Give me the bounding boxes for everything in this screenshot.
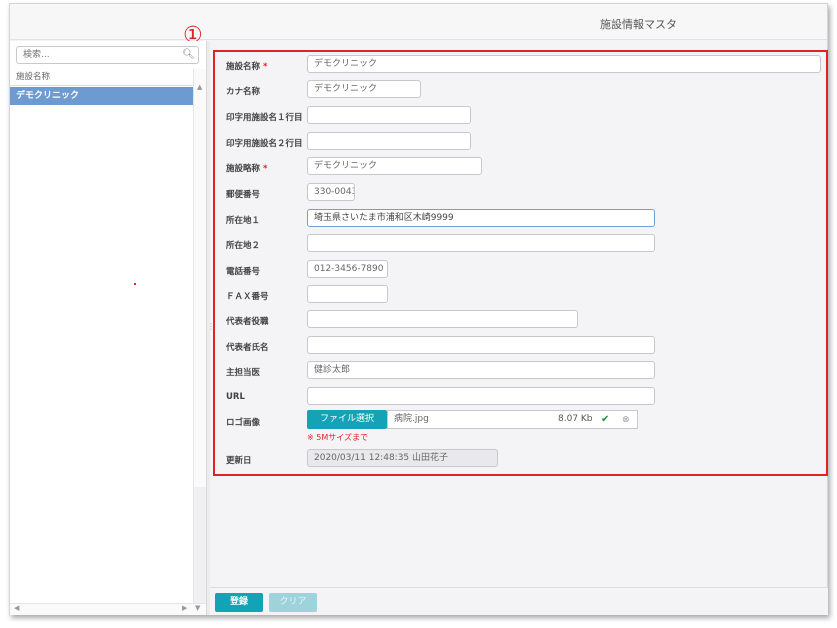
facility-name-input[interactable]: デモクリニック — [307, 55, 821, 73]
label-facility-name: 施設名称 * — [226, 62, 268, 72]
vertical-scrollbar[interactable]: ▲ — [193, 69, 206, 487]
bottom-toolbar: 登録 クリア — [210, 587, 828, 615]
app-window: 施設情報マスタ ① 🔍︎ 施設名称 デモクリニック ▲ ◀ ▶ ▼ ⋮ 施設名称… — [9, 3, 828, 615]
url-input[interactable] — [307, 387, 655, 405]
fax-input[interactable] — [307, 285, 388, 303]
top-bar: 施設情報マスタ — [10, 4, 827, 40]
uploaded-file: 病院.jpg 8.07 Kb ✔ ⊗ — [387, 410, 638, 429]
facility-list-panel: 🔍︎ 施設名称 デモクリニック ▲ ◀ ▶ ▼ — [10, 41, 207, 615]
label-print-name-1: 印字用施設名１行目 — [226, 113, 303, 123]
short-name-input[interactable]: デモクリニック — [307, 157, 482, 175]
label-representative-name: 代表者氏名 — [226, 343, 269, 353]
page-title: 施設情報マスタ — [600, 18, 677, 31]
print-name-1-input[interactable] — [307, 106, 471, 124]
horizontal-scrollbar[interactable]: ◀ ▶ ▼ — [10, 603, 206, 615]
label-representative-title: 代表者役職 — [226, 317, 269, 327]
label-primary-doctor: 主担当医 — [226, 368, 261, 378]
search-box: 🔍︎ — [16, 46, 199, 64]
updated-at-field: 2020/03/11 12:48:35 山田花子 — [307, 449, 498, 467]
label-phone: 電話番号 — [226, 267, 261, 277]
scroll-left-icon[interactable]: ◀ — [14, 604, 19, 612]
label-logo-image: ロゴ画像 — [226, 418, 261, 428]
file-name: 病院.jpg — [394, 414, 429, 424]
search-input[interactable] — [17, 47, 177, 63]
representative-name-input[interactable] — [307, 336, 655, 354]
primary-doctor-input[interactable]: 健診太郎 — [307, 361, 655, 379]
file-size-hint: ※ 5Mサイズまで — [307, 433, 368, 442]
label-print-name-2: 印字用施設名２行目 — [226, 139, 303, 149]
label-kana-name: カナ名称 — [226, 87, 261, 97]
label-postal-code: 郵便番号 — [226, 190, 261, 200]
save-button[interactable]: 登録 — [215, 593, 263, 612]
scroll-up-icon[interactable]: ▲ — [197, 83, 202, 91]
scroll-right-icon[interactable]: ▶ — [182, 604, 187, 612]
list-column-header: 施設名称 — [10, 69, 193, 86]
facility-form: 施設名称 * デモクリニック カナ名称 デモクリニック 印字用施設名１行目 印字用… — [213, 50, 828, 476]
postal-code-input[interactable]: 330-0043 — [307, 183, 355, 201]
remove-file-icon[interactable]: ⊗ — [622, 412, 630, 429]
label-address-2: 所在地２ — [226, 241, 261, 251]
label-short-name: 施設略称 * — [226, 164, 268, 174]
red-dot — [134, 283, 136, 285]
list-item-facility[interactable]: デモクリニック — [10, 87, 193, 105]
label-fax: ＦＡＸ番号 — [226, 292, 269, 302]
label-updated-at: 更新日 — [226, 456, 252, 466]
representative-title-input[interactable] — [307, 310, 578, 328]
label-url: URL — [226, 392, 245, 402]
address-2-input[interactable] — [307, 234, 655, 252]
print-name-2-input[interactable] — [307, 132, 471, 150]
file-select-button[interactable]: ファイル選択 — [307, 410, 387, 429]
scrollbar-track — [193, 487, 206, 605]
address-1-input[interactable]: 埼玉県さいたま市浦和区木崎9999 — [307, 209, 655, 227]
phone-input[interactable]: 012-3456-7890 — [307, 260, 388, 278]
kana-name-input[interactable]: デモクリニック — [307, 80, 421, 98]
file-size: 8.07 Kb — [558, 414, 593, 424]
scroll-down-icon[interactable]: ▼ — [195, 604, 200, 612]
label-address-1: 所在地１ — [226, 216, 261, 226]
clear-button[interactable]: クリア — [269, 593, 317, 612]
check-icon: ✔ — [601, 414, 610, 425]
search-icon[interactable]: 🔍︎ — [182, 49, 195, 60]
